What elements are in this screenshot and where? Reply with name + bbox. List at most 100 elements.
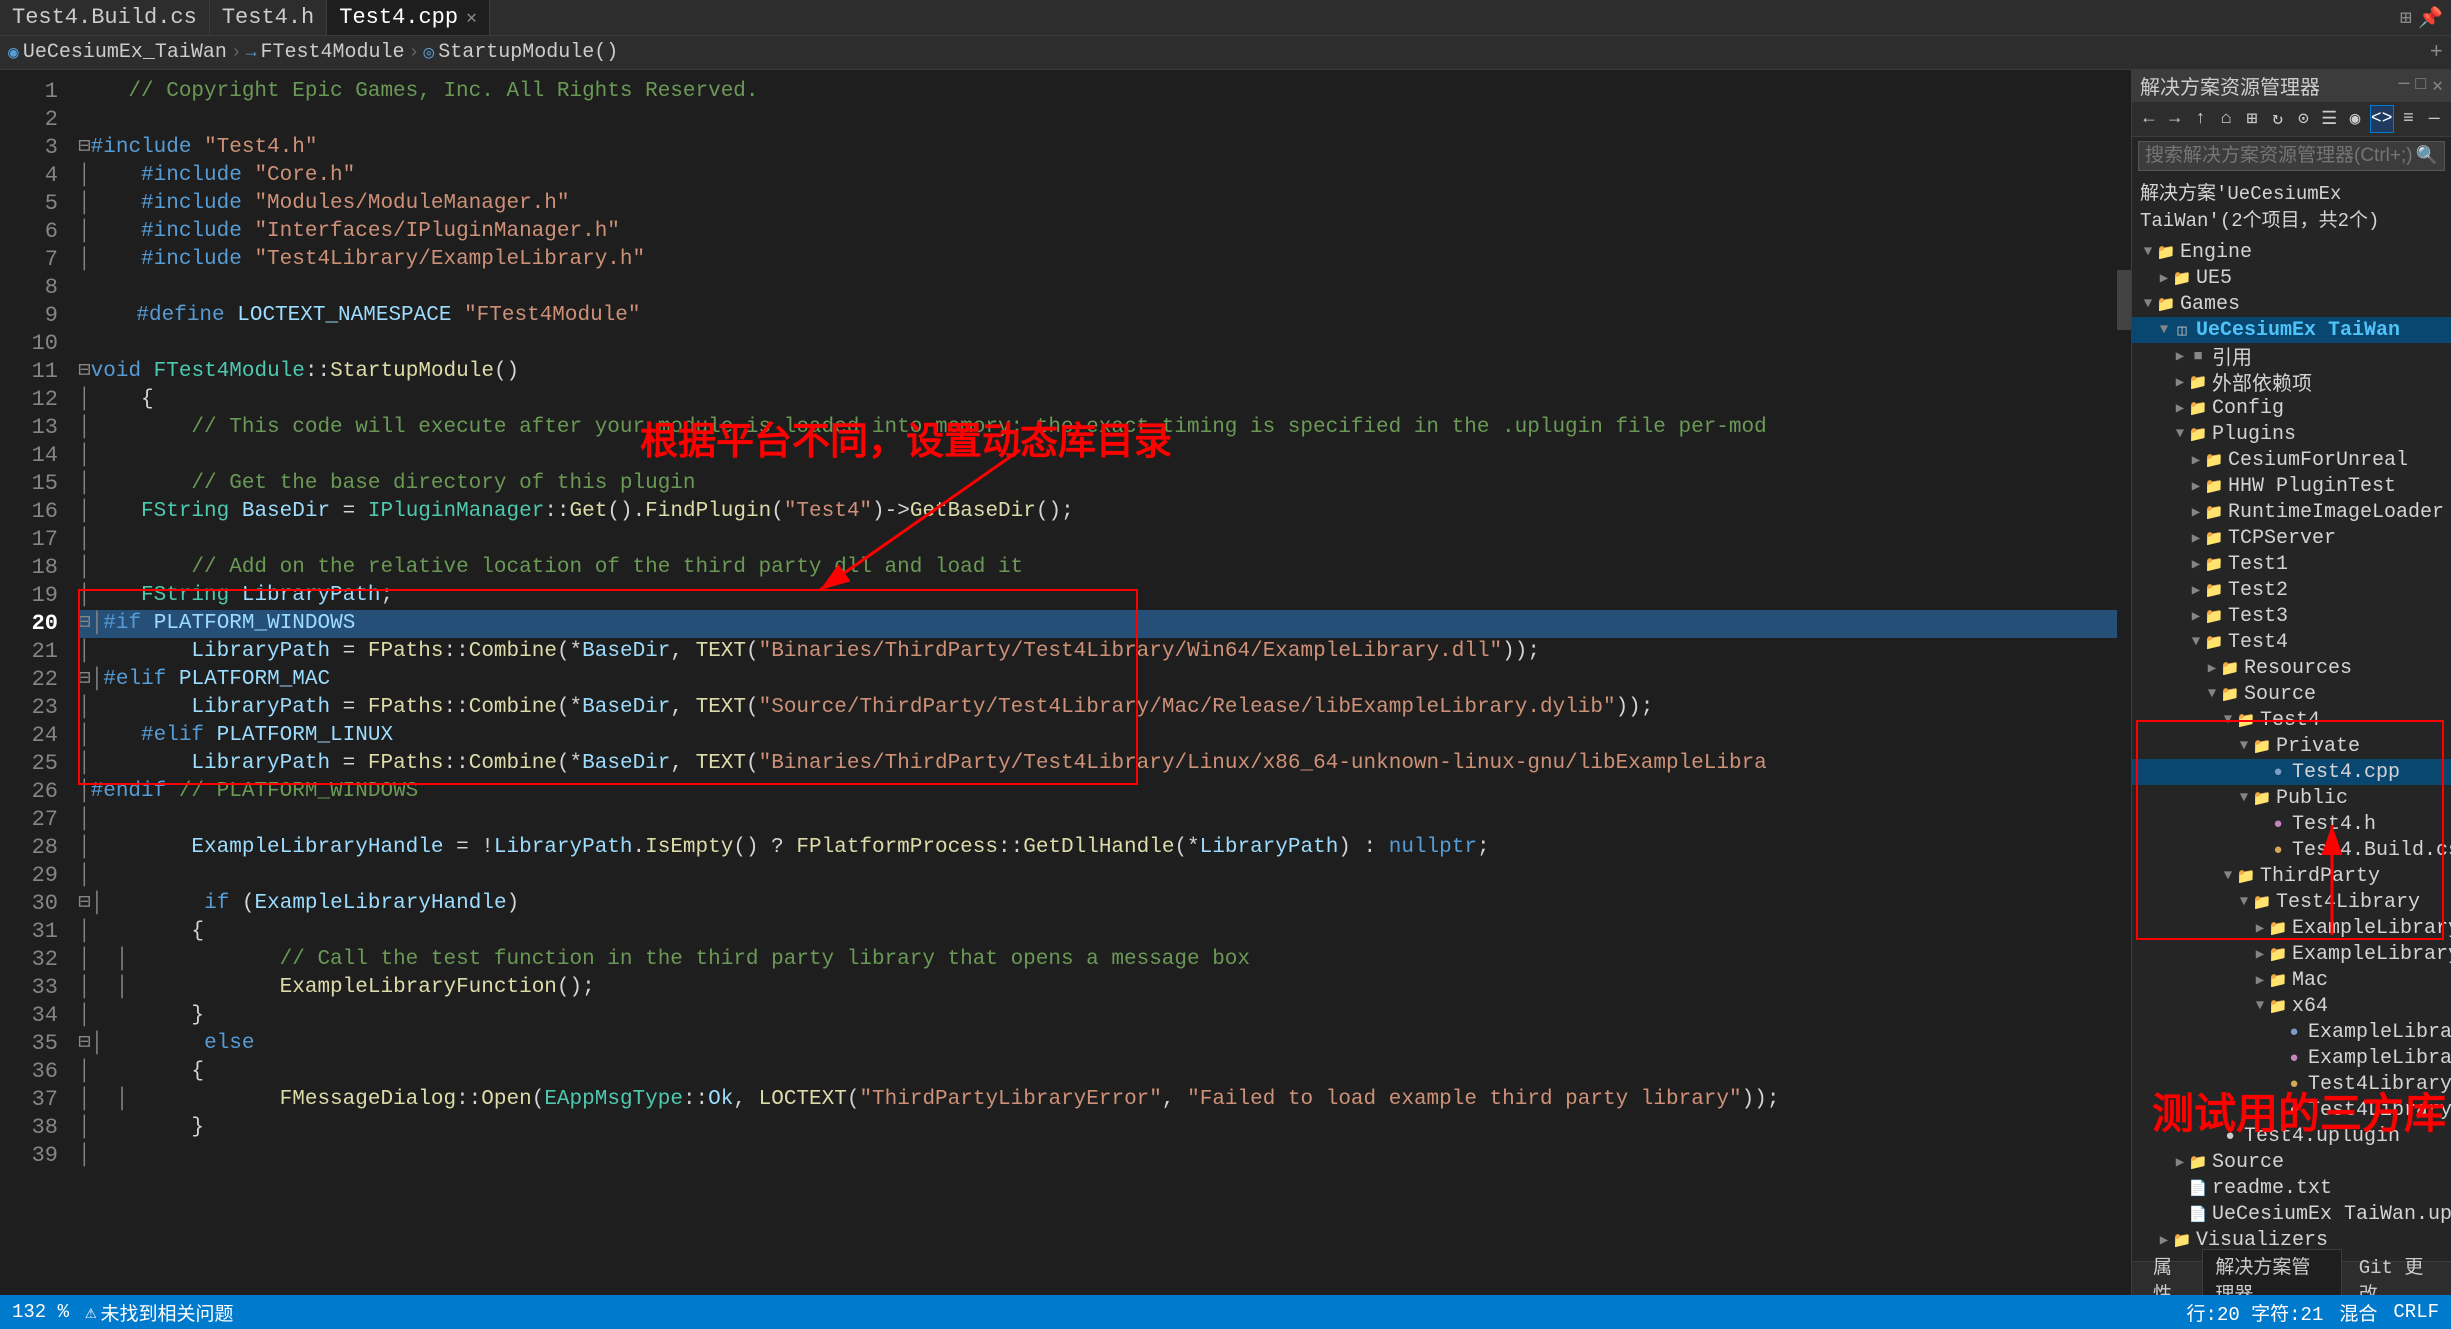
tree-expand-icon[interactable]: ▶ bbox=[2252, 972, 2268, 988]
toolbar-refresh-btn[interactable]: ↻ bbox=[2267, 105, 2289, 133]
breadcrumb-project[interactable]: UeCesiumEx_TaiWan bbox=[23, 41, 227, 64]
toolbar-menu-btn[interactable]: ☰ bbox=[2318, 105, 2340, 133]
toolbar-props-btn[interactable]: ≡ bbox=[2398, 105, 2420, 133]
tree-expand-icon[interactable]: ▼ bbox=[2188, 634, 2204, 650]
close-icon[interactable]: ✕ bbox=[466, 7, 477, 29]
tab-actions: ⊞ 📌 bbox=[2392, 5, 2451, 31]
tree-node-exlib-h[interactable]: ▶ ● ExampleLibrary.h bbox=[2132, 1045, 2451, 1071]
pin-icon[interactable]: 📌 bbox=[2418, 5, 2443, 31]
tree-expand-icon[interactable]: ▶ bbox=[2172, 1154, 2188, 1170]
tree-expand-icon[interactable]: ▼ bbox=[2236, 790, 2252, 806]
tree-node-test4-h[interactable]: ▶ ● Test4.h bbox=[2132, 811, 2451, 837]
tree-node-readme[interactable]: ▶ 📄 readme.txt bbox=[2132, 1175, 2451, 1201]
tree-expand-icon[interactable]: ▶ bbox=[2252, 946, 2268, 962]
tree-node-x64[interactable]: ▼ 📁 x64 bbox=[2132, 993, 2451, 1019]
tree-node-games[interactable]: ▼ 📁 Games bbox=[2132, 291, 2451, 317]
tree-node-ue5[interactable]: ▶ 📁 UE5 bbox=[2132, 265, 2451, 291]
tree-expand-icon[interactable]: ▶ bbox=[2188, 478, 2204, 494]
tree-node-hhw[interactable]: ▶ 📁 HHW PluginTest bbox=[2132, 473, 2451, 499]
tree-node-source-test4-sub[interactable]: ▼ 📁 Test4 bbox=[2132, 707, 2451, 733]
tab-h[interactable]: Test4.h bbox=[210, 0, 327, 35]
tree-node-test4[interactable]: ▼ 📁 Test4 bbox=[2132, 629, 2451, 655]
tree-expand-icon[interactable]: ▶ bbox=[2188, 582, 2204, 598]
panel-close-icon[interactable]: ✕ bbox=[2432, 75, 2443, 97]
tree-expand-icon[interactable]: ▼ bbox=[2172, 426, 2188, 442]
tree-node-source-main[interactable]: ▶ 📁 Source bbox=[2132, 1149, 2451, 1175]
tree-node-examplelibrary[interactable]: ▶ 📁 ExampleLibrary bbox=[2132, 915, 2451, 941]
tree-node-refs[interactable]: ▶ ■ 引用 bbox=[2132, 343, 2451, 369]
toolbar-code-btn[interactable]: <> bbox=[2370, 105, 2394, 133]
scroll-thumb[interactable] bbox=[2117, 270, 2131, 330]
tree-node-xcworkspace[interactable]: ▶ 📁 ExampleLibrary.xcworkspace bbox=[2132, 941, 2451, 967]
tree-node-uproject[interactable]: ▶ 📄 UeCesiumEx TaiWan.uproject bbox=[2132, 1201, 2451, 1227]
tree-node-cesium[interactable]: ▶ 📁 CesiumForUnreal bbox=[2132, 447, 2451, 473]
toolbar-home-btn[interactable]: ↑ bbox=[2190, 105, 2212, 133]
tree-node-visualizers[interactable]: ▶ 📁 Visualizers bbox=[2132, 1227, 2451, 1253]
tree-expand-icon[interactable]: ▼ bbox=[2140, 296, 2156, 312]
tab-cpp[interactable]: Test4.cpp ✕ bbox=[327, 0, 490, 35]
tree-node-external[interactable]: ▶ 📁 外部依赖项 bbox=[2132, 369, 2451, 395]
tree-node-mac[interactable]: ▶ 📁 Mac bbox=[2132, 967, 2451, 993]
tree-expand-icon[interactable]: ▶ bbox=[2172, 348, 2188, 364]
tree-expand-icon[interactable]: ▼ bbox=[2220, 868, 2236, 884]
toolbar-up-btn[interactable]: ⌂ bbox=[2215, 105, 2237, 133]
tree-node-lib-build[interactable]: ▶ ● Test4Library.Build.cs bbox=[2132, 1071, 2451, 1097]
tree-node-resources[interactable]: ▶ 📁 Resources bbox=[2132, 655, 2451, 681]
toolbar-collapse-btn[interactable]: — bbox=[2423, 105, 2445, 133]
search-input[interactable] bbox=[2145, 145, 2416, 167]
tree-expand-icon[interactable]: ▶ bbox=[2172, 374, 2188, 390]
tree-expand-icon[interactable]: ▼ bbox=[2140, 244, 2156, 260]
tree-node-source-test4[interactable]: ▼ 📁 Source bbox=[2132, 681, 2451, 707]
tree-node-project[interactable]: ▼ ◫ UeCesiumEx TaiWan bbox=[2132, 317, 2451, 343]
tree-node-test4library[interactable]: ▼ 📁 Test4Library bbox=[2132, 889, 2451, 915]
solution-tree[interactable]: ▼ 📁 Engine ▶ 📁 UE5 ▼ � bbox=[2132, 235, 2451, 1257]
tree-expand-icon[interactable]: ▼ bbox=[2220, 712, 2236, 728]
tree-node-thirdparty[interactable]: ▼ 📁 ThirdParty bbox=[2132, 863, 2451, 889]
tree-expand-icon[interactable]: ▶ bbox=[2172, 400, 2188, 416]
bc-add-icon[interactable]: + bbox=[2430, 40, 2443, 65]
code-lines[interactable]: // Copyright Epic Games, Inc. All Rights… bbox=[70, 70, 2117, 1295]
breadcrumb-function[interactable]: StartupModule() bbox=[438, 41, 618, 64]
tree-node-public[interactable]: ▼ 📁 Public bbox=[2132, 785, 2451, 811]
tree-node-uplugin[interactable]: ▶ ● Test4.uplugin bbox=[2132, 1123, 2451, 1149]
tree-node-test3[interactable]: ▶ 📁 Test3 bbox=[2132, 603, 2451, 629]
tree-expand-icon[interactable]: ▶ bbox=[2188, 504, 2204, 520]
tab-build-cs[interactable]: Test4.Build.cs bbox=[0, 0, 210, 35]
tree-node-plugins[interactable]: ▼ 📁 Plugins bbox=[2132, 421, 2451, 447]
tree-expand-icon[interactable]: ▶ bbox=[2156, 1232, 2172, 1248]
tree-expand-icon[interactable]: ▶ bbox=[2204, 660, 2220, 676]
tree-node-lib-tps[interactable]: ▶ ● Test4Library.tps bbox=[2132, 1097, 2451, 1123]
tree-expand-icon[interactable]: ▶ bbox=[2188, 530, 2204, 546]
toolbar-view-btn[interactable]: ⊙ bbox=[2293, 105, 2315, 133]
tree-expand-icon[interactable]: ▼ bbox=[2236, 738, 2252, 754]
toolbar-back-btn[interactable]: ← bbox=[2138, 105, 2160, 133]
panel-minimize-icon[interactable]: ─ bbox=[2399, 75, 2410, 97]
tree-node-tcp[interactable]: ▶ 📁 TCPServer bbox=[2132, 525, 2451, 551]
tree-node-config[interactable]: ▶ 📁 Config bbox=[2132, 395, 2451, 421]
breadcrumb-module[interactable]: FTest4Module bbox=[261, 41, 405, 64]
code-editor[interactable]: 1 2 3 4 5 6 7 8 9 10 11 12 13 14 15 16 1 bbox=[0, 70, 2131, 1295]
expand-icon[interactable]: ⊞ bbox=[2400, 5, 2412, 31]
toolbar-filter-btn[interactable]: ⊞ bbox=[2241, 105, 2263, 133]
tree-expand-icon[interactable]: ▶ bbox=[2252, 920, 2268, 936]
tree-expand-icon[interactable]: ▼ bbox=[2204, 686, 2220, 702]
tree-node-exlib-cpp[interactable]: ▶ ● ExampleLibrary.cpp bbox=[2132, 1019, 2451, 1045]
tree-node-runtime[interactable]: ▶ 📁 RuntimeImageLoader bbox=[2132, 499, 2451, 525]
tree-node-test2[interactable]: ▶ 📁 Test2 bbox=[2132, 577, 2451, 603]
tree-expand-icon[interactable]: ▼ bbox=[2156, 322, 2172, 338]
panel-restore-icon[interactable]: □ bbox=[2415, 75, 2426, 97]
editor-scrollbar[interactable] bbox=[2117, 70, 2131, 1295]
tree-expand-icon[interactable]: ▶ bbox=[2156, 270, 2172, 286]
tree-expand-icon[interactable]: ▶ bbox=[2188, 608, 2204, 624]
toolbar-forward-btn[interactable]: → bbox=[2164, 105, 2186, 133]
tree-node-test1[interactable]: ▶ 📁 Test1 bbox=[2132, 551, 2451, 577]
tree-node-test4-cpp[interactable]: ▶ ● Test4.cpp bbox=[2132, 759, 2451, 785]
tree-node-engine[interactable]: ▼ 📁 Engine bbox=[2132, 239, 2451, 265]
toolbar-scope-btn[interactable]: ◉ bbox=[2344, 105, 2366, 133]
tree-expand-icon[interactable]: ▼ bbox=[2252, 998, 2268, 1014]
tree-expand-icon[interactable]: ▶ bbox=[2188, 556, 2204, 572]
tree-node-private[interactable]: ▼ 📁 Private bbox=[2132, 733, 2451, 759]
tree-node-test4-build[interactable]: ▶ ● Test4.Build.cs bbox=[2132, 837, 2451, 863]
tree-expand-icon[interactable]: ▶ bbox=[2188, 452, 2204, 468]
tree-expand-icon[interactable]: ▼ bbox=[2236, 894, 2252, 910]
